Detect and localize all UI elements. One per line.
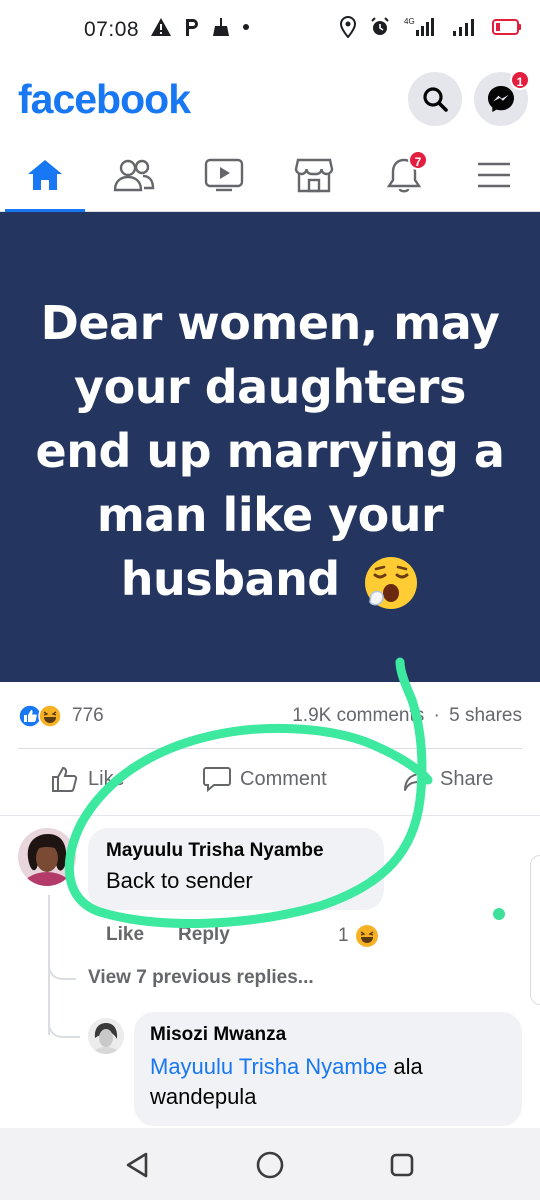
broom-icon [213, 18, 229, 36]
messenger-badge: 1 [510, 70, 530, 90]
share-icon [404, 767, 431, 791]
comment-icon [203, 767, 231, 793]
comments-shares[interactable]: 1.9K comments · 5 shares [292, 705, 522, 727]
post-text-card[interactable]: Dear women, may your daughters end up ma… [0, 212, 540, 682]
haha-reaction-icon [355, 925, 378, 947]
thread-line [48, 950, 76, 980]
svg-text:4G: 4G [404, 17, 415, 26]
marketplace-icon [294, 158, 334, 193]
yawning-face-icon [365, 556, 418, 609]
tab-home[interactable] [5, 140, 85, 210]
back-button[interactable] [120, 1148, 154, 1182]
shares-count[interactable]: 5 shares [449, 705, 522, 726]
tab-notifications[interactable]: 7 [364, 140, 444, 210]
divider [18, 748, 522, 749]
user-avatar-photo [88, 1018, 124, 1054]
reply-bubble[interactable]: Misozi Mwanza Mayuulu Trisha Nyambe ala … [134, 1012, 522, 1126]
tab-friends[interactable] [94, 140, 174, 210]
reply-text: Mayuulu Trisha Nyambe ala wandepula [150, 1052, 506, 1112]
home-circle-icon [256, 1151, 284, 1179]
mention-link[interactable]: Mayuulu Trisha Nyambe [150, 1054, 387, 1079]
battery-low-icon [492, 19, 521, 35]
home-button[interactable] [253, 1148, 287, 1182]
tab-marketplace[interactable] [274, 140, 354, 210]
comment-meta: Like Reply [106, 924, 230, 946]
messenger-button[interactable]: 1 [474, 70, 530, 126]
app-header: facebook 1 [0, 62, 540, 140]
comment-like-link[interactable]: Like [106, 924, 144, 946]
offscreen-card-edge [530, 855, 540, 1005]
avatar[interactable] [88, 1018, 124, 1054]
comment-author[interactable]: Mayuulu Trisha Nyambe [106, 840, 366, 862]
separator-dot: · [433, 705, 440, 726]
haha-reaction-icon [38, 704, 62, 728]
back-triangle-icon [126, 1152, 148, 1178]
comment-text: Back to sender [106, 868, 253, 893]
green-dot [493, 908, 505, 920]
thread-line [48, 1010, 80, 1038]
signal-bars-icon [453, 19, 474, 36]
comment-reactions[interactable]: 1 [338, 924, 379, 948]
post-actions: Like Comment Share [0, 750, 540, 814]
comment-reaction-count: 1 [338, 925, 349, 946]
system-navigation-bar [0, 1128, 540, 1200]
view-previous-replies[interactable]: View 7 previous replies... [88, 967, 314, 989]
signal-4g-icon: 4G [404, 17, 434, 36]
alarm-icon [371, 17, 389, 35]
menu-icon [478, 162, 510, 188]
user-avatar-photo [18, 828, 76, 886]
tab-menu[interactable] [454, 140, 534, 210]
comments-count[interactable]: 1.9K comments [292, 705, 424, 726]
comment-bubble[interactable]: Mayuulu Trisha Nyambe Back to sender [88, 828, 384, 910]
comment-label: Comment [240, 767, 327, 790]
divider [0, 815, 540, 816]
warning-icon [151, 18, 171, 36]
like-button[interactable]: Like [50, 764, 125, 794]
comment-button[interactable]: Comment [202, 764, 327, 794]
friends-icon [113, 159, 155, 192]
like-icon [52, 766, 78, 792]
share-button[interactable]: Share [402, 764, 493, 794]
avatar[interactable] [18, 828, 76, 886]
status-left-icons [150, 17, 250, 37]
tab-watch[interactable] [184, 140, 264, 210]
share-label: Share [440, 767, 494, 790]
reaction-count: 776 [72, 705, 104, 726]
reaction-icons [18, 704, 62, 728]
notifications-badge: 7 [408, 150, 428, 170]
status-right-icons: 4G [340, 16, 522, 38]
reactions-summary[interactable]: 776 1.9K comments · 5 shares [0, 690, 540, 740]
recents-square-icon [390, 1153, 414, 1177]
post-text-body: Dear women, may your daughters end up ma… [35, 296, 505, 606]
status-time: 07:08 [84, 18, 140, 41]
search-icon [423, 87, 448, 112]
facebook-logo[interactable]: facebook [18, 76, 191, 123]
status-bar: 07:08 4G [0, 0, 540, 62]
recents-button[interactable] [385, 1148, 419, 1182]
dot-icon [243, 24, 249, 30]
messenger-icon [488, 86, 514, 112]
search-button[interactable] [408, 72, 462, 126]
post-text: Dear women, may your daughters end up ma… [35, 291, 505, 611]
reply-author[interactable]: Misozi Mwanza [150, 1024, 506, 1046]
location-icon [340, 16, 356, 38]
watch-icon [204, 158, 244, 192]
home-icon [28, 160, 62, 190]
comment-reply-link[interactable]: Reply [178, 924, 230, 946]
parking-icon [186, 19, 198, 36]
main-nav: 7 [0, 140, 540, 212]
like-label: Like [88, 767, 125, 790]
